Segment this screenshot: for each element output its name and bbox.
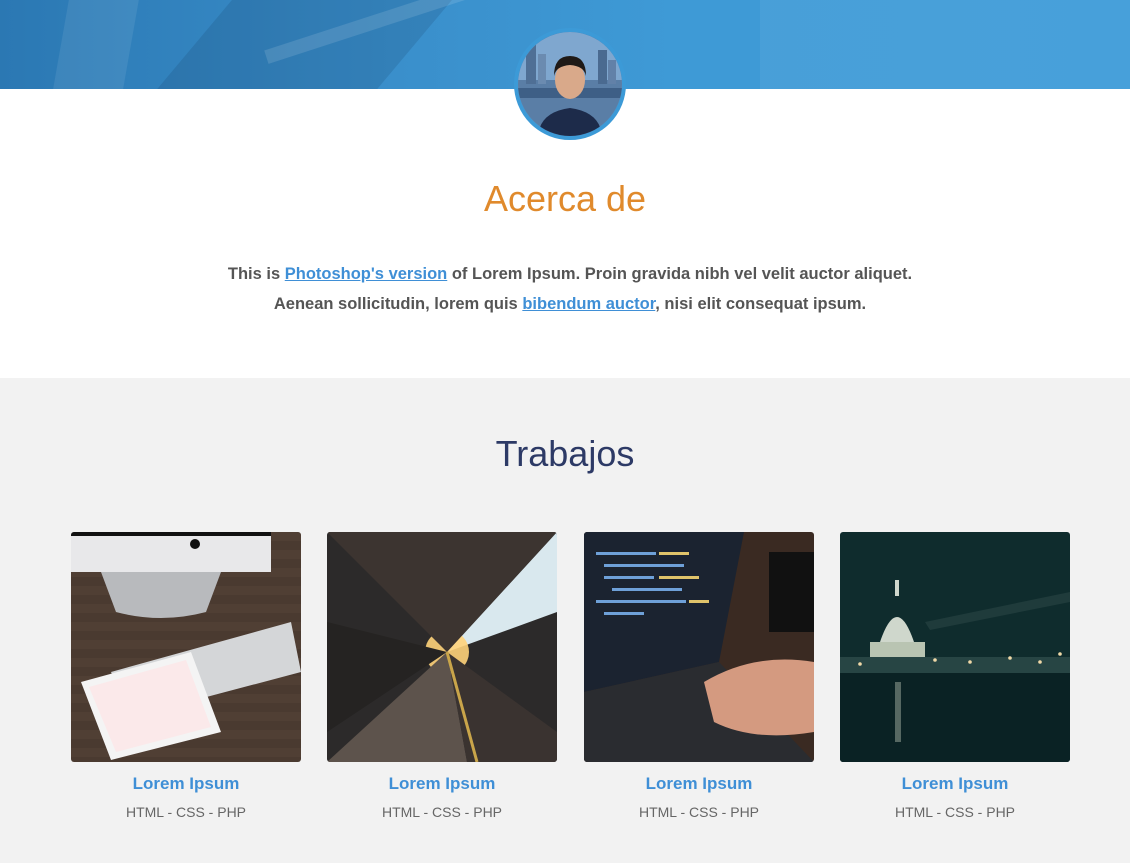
work-tags: HTML - CSS - PHP — [381, 804, 503, 820]
work-card[interactable]: Lorem Ipsum HTML - CSS - PHP — [840, 532, 1070, 820]
work-card[interactable]: Lorem Ipsum HTML - CSS - PHP — [584, 532, 814, 820]
bibendum-auctor-link[interactable]: bibendum auctor — [522, 295, 655, 313]
work-thumbnail-laptop[interactable] — [584, 532, 814, 762]
work-tags: HTML - CSS - PHP — [125, 804, 247, 820]
profile-avatar — [514, 28, 626, 140]
work-title[interactable]: Lorem Ipsum — [327, 774, 557, 794]
photoshop-version-link[interactable]: Photoshop's version — [285, 265, 448, 283]
work-thumbnail-desk[interactable] — [71, 532, 301, 762]
work-tags: HTML - CSS - PHP — [894, 804, 1016, 820]
work-thumbnail-train[interactable] — [327, 532, 557, 762]
work-card[interactable]: Lorem Ipsum HTML - CSS - PHP — [71, 532, 301, 820]
works-section: Trabajos Lorem Ipsum HTML - CSS - PHP Lo… — [0, 378, 1130, 863]
about-title: Acerca de — [483, 178, 647, 219]
work-thumbnail-city[interactable] — [840, 532, 1070, 762]
works-title: Trabajos — [495, 433, 635, 474]
work-card[interactable]: Lorem Ipsum HTML - CSS - PHP — [327, 532, 557, 820]
about-description: This is Photoshop's version of Lorem Ips… — [227, 265, 913, 313]
work-tags: HTML - CSS - PHP — [638, 804, 760, 820]
work-title[interactable]: Lorem Ipsum — [840, 774, 1070, 794]
work-title[interactable]: Lorem Ipsum — [584, 774, 814, 794]
work-title[interactable]: Lorem Ipsum — [71, 774, 301, 794]
